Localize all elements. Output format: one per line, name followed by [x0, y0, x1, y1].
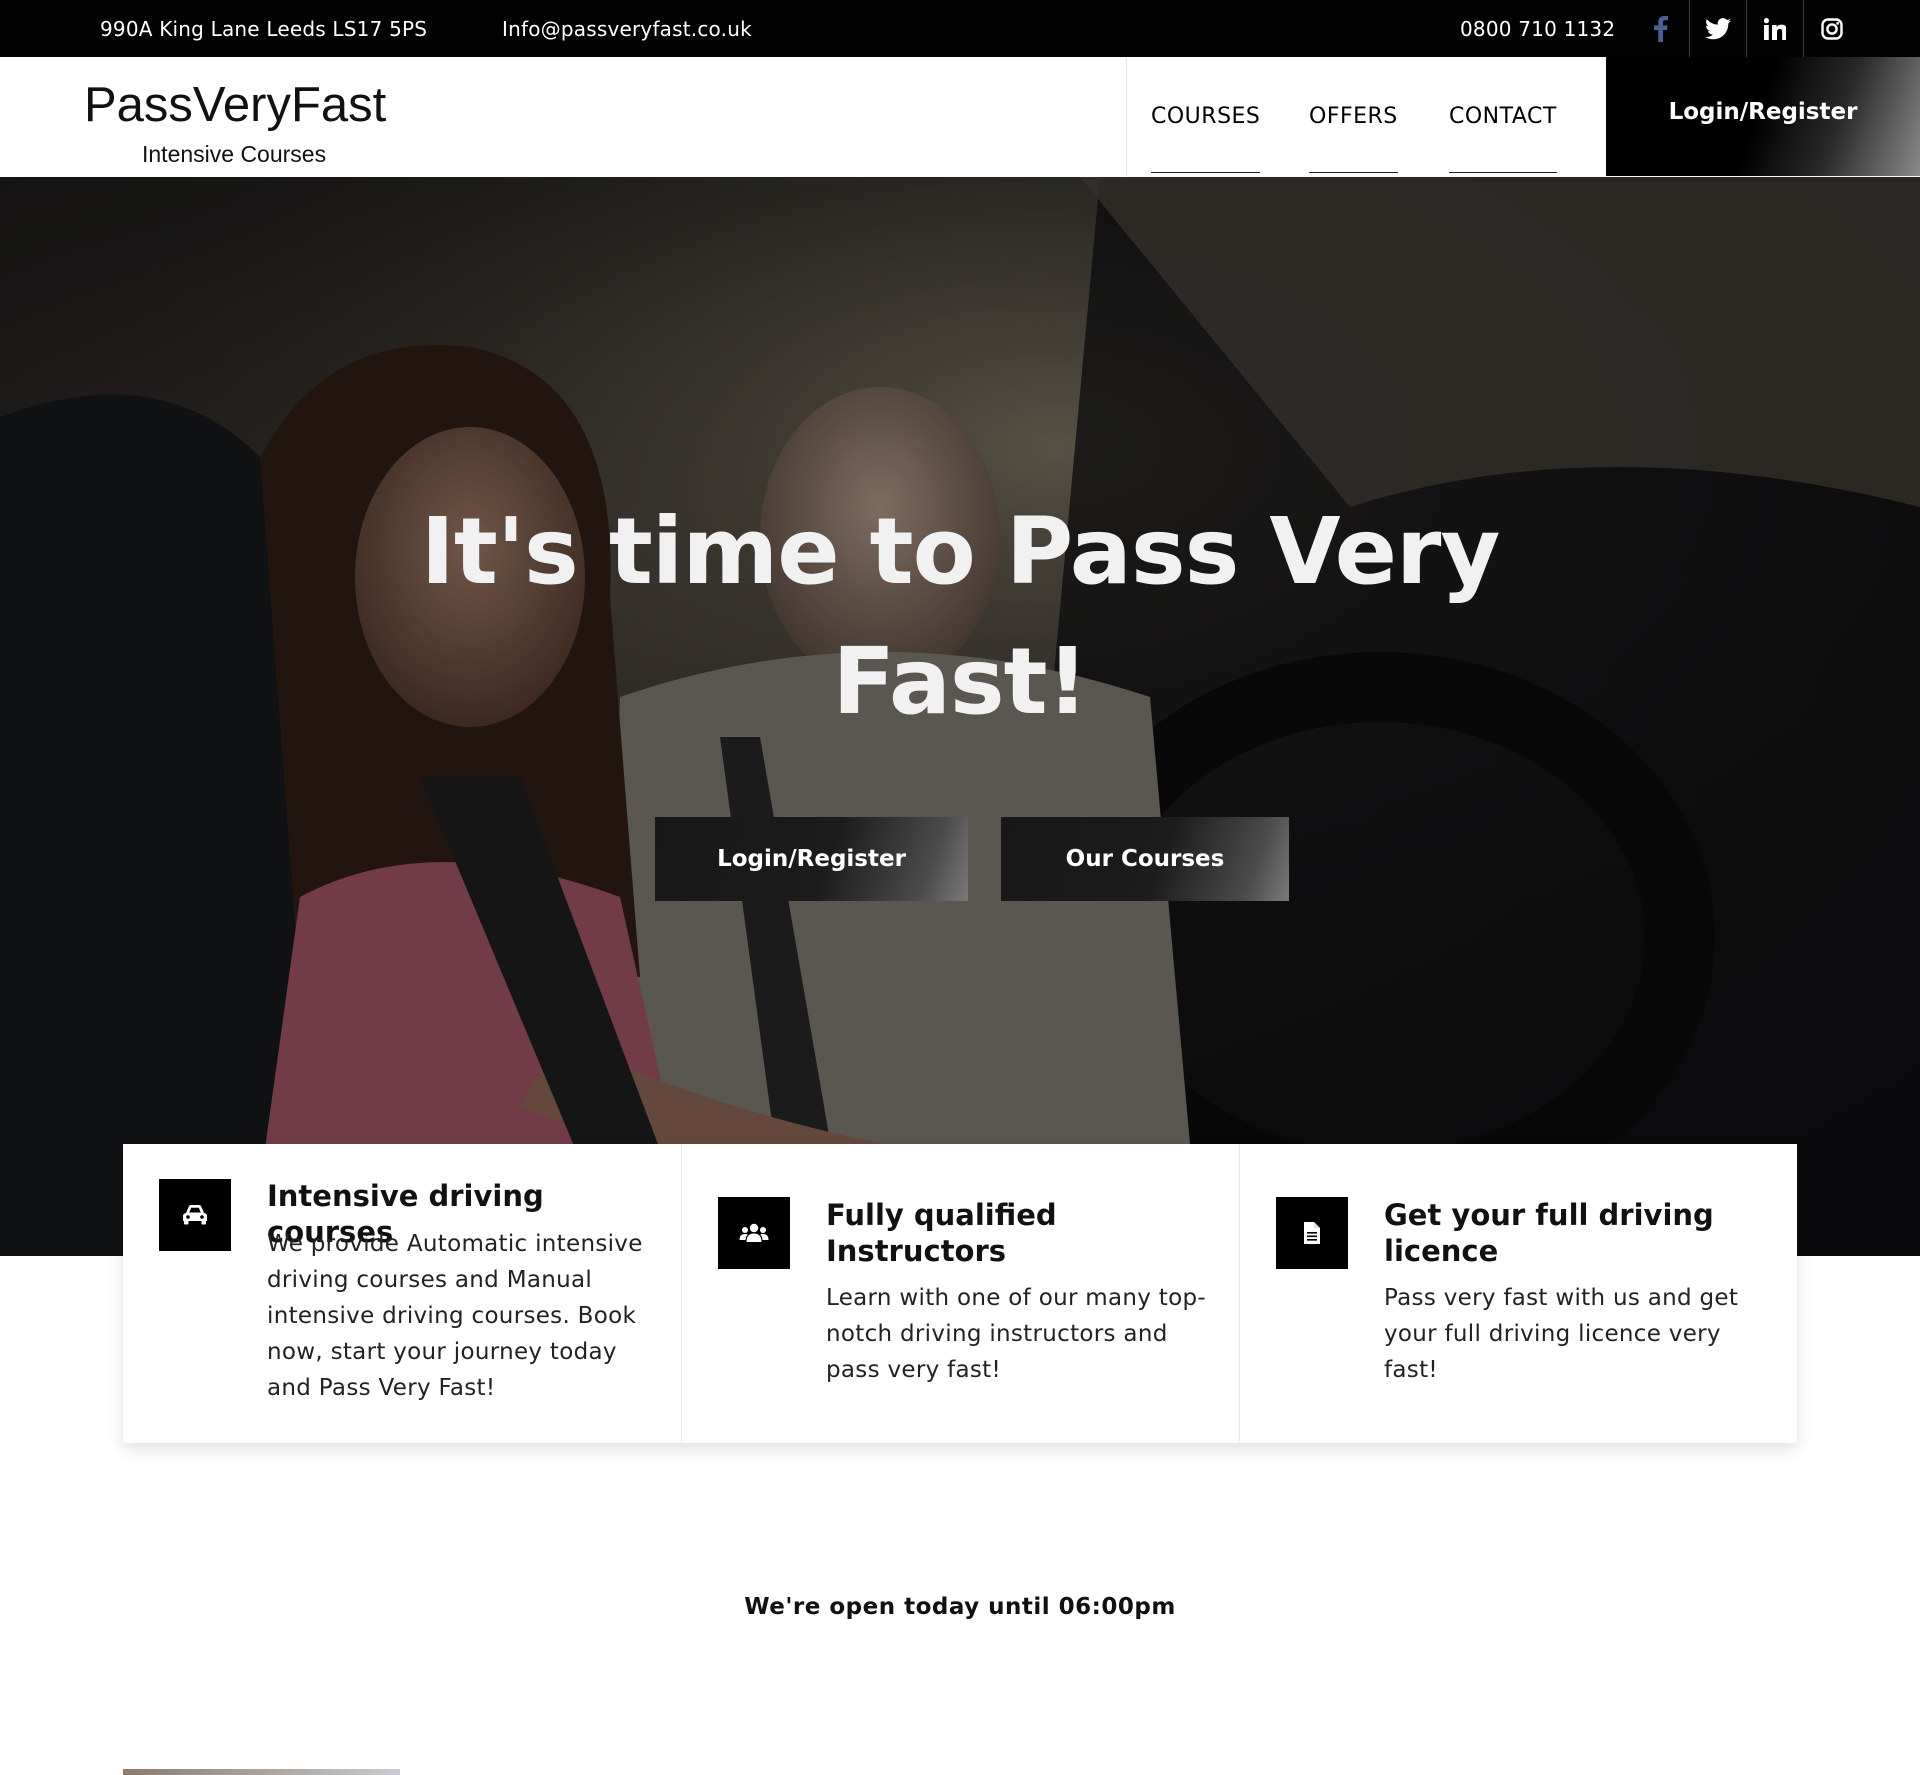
logo-name[interactable]: PassVeryFast [84, 77, 386, 133]
top-contact-bar: 990A King Lane Leeds LS17 5PS Info@passv… [0, 0, 1920, 57]
users-icon [718, 1197, 790, 1269]
header-login-button[interactable]: Login/Register [1606, 57, 1920, 176]
instagram-icon[interactable] [1803, 0, 1860, 57]
address-text: 990A King Lane Leeds LS17 5PS [100, 17, 428, 41]
site-header: PassVeryFast Intensive Courses COURSES O… [0, 57, 1920, 177]
feature-description: We provide Automatic intensive driving c… [267, 1231, 643, 1401]
opening-hours-status: We're open today until 06:00pm [744, 1594, 1176, 1620]
email-link[interactable]: Info@passveryfast.co.uk [502, 17, 752, 41]
features-section: Intensive driving courses We provide Aut… [123, 1144, 1797, 1443]
hero-courses-button[interactable]: Our Courses [1001, 817, 1289, 901]
feature-title: Fully qualified Instructors [826, 1198, 1057, 1268]
facebook-icon[interactable] [1632, 0, 1689, 57]
nav-contact[interactable]: CONTACT [1449, 104, 1557, 173]
linkedin-icon[interactable] [1746, 0, 1803, 57]
feature-description: Learn with one of our many top-notch dri… [826, 1285, 1206, 1383]
nav-divider [1126, 57, 1127, 177]
feature-card-intensive: Intensive driving courses We provide Aut… [123, 1144, 681, 1443]
car-icon [159, 1179, 231, 1251]
feature-card-licence: Get your full driving licence Pass very … [1239, 1144, 1797, 1443]
nav-courses[interactable]: COURSES [1151, 104, 1261, 173]
document-icon [1276, 1197, 1348, 1269]
section-image [123, 1769, 400, 1775]
phone-link[interactable]: 0800 710 1132 [1460, 17, 1615, 41]
nav-offers[interactable]: OFFERS [1309, 104, 1398, 173]
twitter-icon[interactable] [1689, 0, 1746, 57]
feature-description: Pass very fast with us and get your full… [1384, 1285, 1739, 1383]
hero-title: It's time to Pass Very Fast! [420, 498, 1501, 735]
hero-login-button[interactable]: Login/Register [655, 817, 968, 901]
feature-title: Get your full driving licence [1384, 1198, 1714, 1268]
logo-tagline: Intensive Courses [142, 141, 327, 167]
hero-banner: It's time to Pass Very Fast! Login/Regis… [0, 177, 1920, 1256]
feature-card-instructors: Fully qualified Instructors Learn with o… [681, 1144, 1239, 1443]
